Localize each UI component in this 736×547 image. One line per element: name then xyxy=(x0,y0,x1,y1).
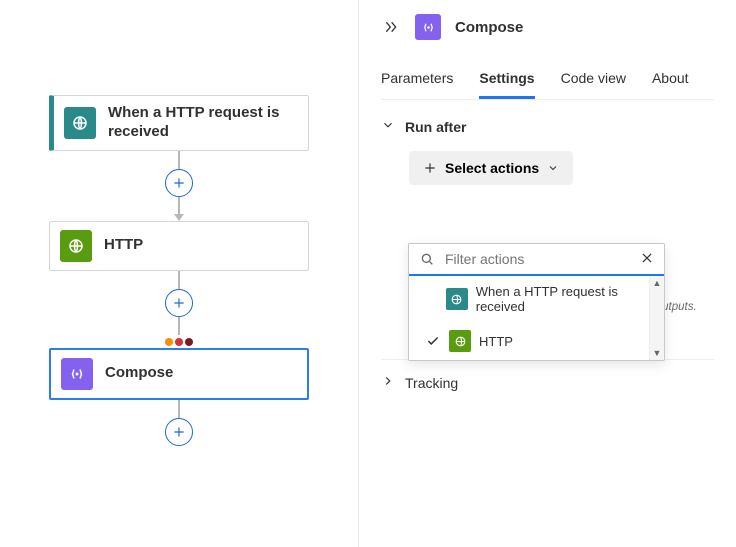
add-step-button[interactable] xyxy=(165,169,193,197)
section-tracking[interactable]: Tracking xyxy=(381,374,714,391)
workflow-card-title: Compose xyxy=(105,364,173,383)
workflow-card-compose[interactable]: Compose xyxy=(49,348,309,400)
add-step-button[interactable] xyxy=(165,418,193,446)
request-trigger-icon xyxy=(64,107,96,139)
dropdown-option-trigger[interactable]: When a HTTP request is received xyxy=(409,276,649,322)
plus-icon xyxy=(423,161,437,175)
scroll-up-icon[interactable]: ▲ xyxy=(653,276,662,290)
tab-codeview[interactable]: Code view xyxy=(561,64,626,99)
dropdown-option-label: HTTP xyxy=(479,334,513,349)
add-step-button[interactable] xyxy=(165,289,193,317)
close-icon[interactable] xyxy=(640,251,654,268)
connector-line xyxy=(178,400,180,418)
dropdown-scrollbar[interactable]: ▲ ▼ xyxy=(649,276,664,360)
filter-actions-input[interactable] xyxy=(443,250,632,268)
arrow-down-icon xyxy=(174,214,184,221)
workflow-card-http[interactable]: HTTP xyxy=(49,221,309,271)
chevron-right-icon xyxy=(381,374,395,391)
tab-settings[interactable]: Settings xyxy=(479,64,534,99)
collapse-panel-button[interactable] xyxy=(381,17,401,37)
panel-tabs: Parameters Settings Code view About xyxy=(381,64,714,100)
workflow-canvas: When a HTTP request is received HTTP xyxy=(0,0,358,547)
scroll-down-icon[interactable]: ▼ xyxy=(653,346,662,360)
http-action-icon xyxy=(60,230,92,262)
workflow-card-trigger[interactable]: When a HTTP request is received xyxy=(49,95,309,151)
select-actions-label: Select actions xyxy=(445,160,539,176)
tab-about[interactable]: About xyxy=(652,64,689,99)
search-icon xyxy=(419,251,435,267)
compose-action-icon xyxy=(415,14,441,40)
select-actions-button[interactable]: Select actions xyxy=(409,151,573,185)
run-after-status-beads xyxy=(165,338,193,346)
dropdown-option-http[interactable]: HTTP xyxy=(409,322,649,360)
request-trigger-icon xyxy=(446,288,468,310)
connector-line xyxy=(178,271,180,289)
tab-parameters[interactable]: Parameters xyxy=(381,64,453,99)
chevron-down-icon xyxy=(381,118,395,135)
connector-line xyxy=(178,151,180,169)
dropdown-option-label: When a HTTP request is received xyxy=(476,284,631,314)
compose-action-icon xyxy=(61,358,93,390)
workflow-card-title: When a HTTP request is received xyxy=(108,104,298,142)
panel-title: Compose xyxy=(455,19,523,36)
select-actions-dropdown: When a HTTP request is received HTTP ▲ ▼ xyxy=(408,243,665,361)
section-heading: Run after xyxy=(405,119,466,135)
chevron-down-icon xyxy=(547,162,559,174)
section-heading: Tracking xyxy=(405,375,458,391)
checkmark-icon xyxy=(425,334,441,348)
connector-line-dashed xyxy=(178,317,180,335)
workflow-card-title: HTTP xyxy=(104,236,143,255)
section-run-after[interactable]: Run after xyxy=(381,118,714,135)
http-action-icon xyxy=(449,330,471,352)
connector-line xyxy=(178,197,180,215)
